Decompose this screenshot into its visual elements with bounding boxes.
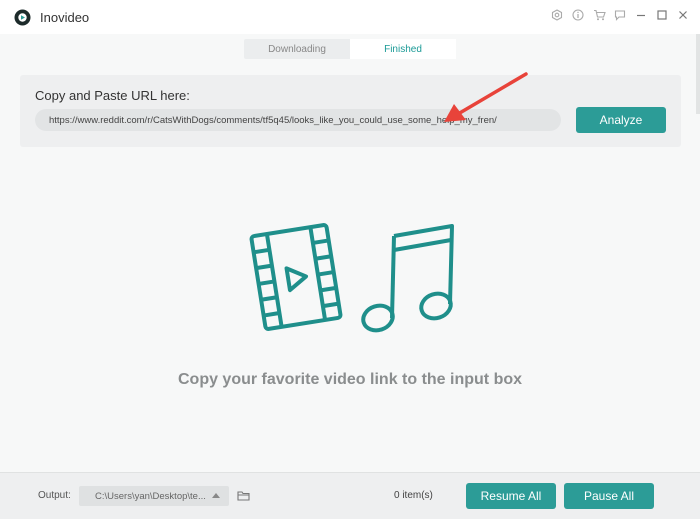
- main-area: Downloading Finished Copy and Paste URL …: [0, 34, 700, 472]
- video-film-icon: [249, 223, 343, 331]
- footer-bar: Output: C:\Users\yan\Desktop\te... 0 ite…: [0, 472, 700, 519]
- pause-all-button[interactable]: Pause All: [564, 483, 654, 509]
- folder-icon[interactable]: [237, 489, 250, 502]
- settings-icon[interactable]: [550, 8, 564, 22]
- title-bar: Inovideo: [0, 0, 700, 34]
- info-icon[interactable]: [571, 8, 585, 22]
- tab-bar: Downloading Finished: [244, 39, 456, 59]
- output-label: Output:: [38, 490, 71, 501]
- output-path-select[interactable]: C:\Users\yan\Desktop\te...: [79, 486, 229, 506]
- annotation-arrow-icon: [444, 72, 528, 122]
- feedback-icon[interactable]: [613, 8, 627, 22]
- tab-finished[interactable]: Finished: [350, 39, 456, 59]
- tab-downloading[interactable]: Downloading: [244, 39, 350, 59]
- maximize-icon[interactable]: [655, 8, 669, 22]
- resume-all-button[interactable]: Resume All: [466, 483, 556, 509]
- analyze-button[interactable]: Analyze: [576, 107, 666, 133]
- url-label: Copy and Paste URL here:: [35, 88, 190, 103]
- close-icon[interactable]: [676, 8, 690, 22]
- app-title: Inovideo: [40, 10, 90, 25]
- items-count: 0 item(s): [394, 490, 433, 501]
- minimize-icon[interactable]: [634, 8, 648, 22]
- caret-up-icon[interactable]: [212, 493, 220, 498]
- empty-state-message: Copy your favorite video link to the inp…: [177, 371, 523, 388]
- url-panel: Copy and Paste URL here: https://www.red…: [20, 75, 681, 147]
- scrollbar[interactable]: [696, 34, 700, 114]
- window-controls: [550, 8, 690, 22]
- cart-icon[interactable]: [592, 8, 606, 22]
- music-note-icon: [361, 224, 454, 333]
- app-logo-icon: [14, 9, 31, 26]
